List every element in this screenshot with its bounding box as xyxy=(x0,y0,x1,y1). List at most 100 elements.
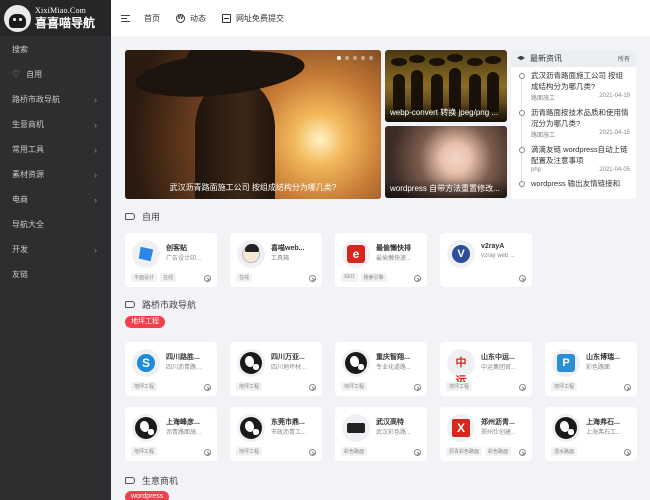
sidebar-item[interactable]: 导航大全 xyxy=(0,212,111,237)
sidebar: XixiMiao.Com 喜喜喵导航 搜索 ♡ 自用 路桥市政导航 › 生意商机 › 常用工具… xyxy=(0,0,111,500)
menu-toggle-icon[interactable] xyxy=(121,14,130,22)
card-title: 郑州沥青... xyxy=(481,419,515,426)
news-item-title[interactable]: 滴滴友链 wordpress自动上链配置及注意事项 xyxy=(531,144,630,166)
site-card[interactable]: 创客贴 广告设计印... 平面设计 在线 xyxy=(125,233,217,287)
site-card[interactable]: 上海弗石... 上海弗石工... 透水路面 xyxy=(545,407,637,461)
sidebar-item[interactable]: 友链 xyxy=(0,262,111,287)
sidebar-item[interactable]: ♡ 自用 xyxy=(0,62,111,87)
sidebar-item[interactable]: 电商 › xyxy=(0,187,111,212)
card-tag[interactable]: 平面设计 xyxy=(131,273,158,282)
news-item-category: 路面施工 xyxy=(531,96,556,102)
news-item[interactable]: wordpress 输出友情链接和 xyxy=(519,178,630,189)
card-title: 上海峰彦... xyxy=(166,419,200,426)
arrow-right-icon[interactable] xyxy=(414,384,421,391)
sidebar-item[interactable]: 生意商机 › xyxy=(0,112,111,137)
card-desc: 专业化道路... xyxy=(376,365,412,371)
card-tag[interactable]: 在线 xyxy=(160,273,177,282)
arrow-right-icon[interactable] xyxy=(204,384,211,391)
card-tag[interactable]: 地坪工程 xyxy=(131,447,158,456)
arrow-right-icon[interactable] xyxy=(414,449,421,456)
site-card[interactable]: S 四川路胜... 四川沥青路... 地坪工程 xyxy=(125,342,217,396)
site-card[interactable]: 武汉高特 武汉彩色路... 彩色路面 xyxy=(335,407,427,461)
card-tag[interactable]: 透水路面 xyxy=(551,447,578,456)
news-item-date: 2021-04-15 xyxy=(599,130,630,136)
arrow-right-icon[interactable] xyxy=(519,384,526,391)
site-card[interactable]: 中运 山东中运... 中运集团官... 地坪工程 xyxy=(440,342,532,396)
arrow-right-icon[interactable] xyxy=(414,275,421,282)
card-tag[interactable]: 沥青彩色路面 xyxy=(446,447,483,456)
card-tag[interactable]: 地坪工程 xyxy=(236,447,263,456)
news-item[interactable]: 滴滴友链 wordpress自动上链配置及注意事项 php 2021-04-05 xyxy=(519,144,630,173)
site-card[interactable]: P 山东博瑞... 彩色路面 地坪工程 xyxy=(545,342,637,396)
card-tag[interactable]: 地坪工程 xyxy=(236,382,263,391)
sidebar-item[interactable]: 搜索 xyxy=(0,37,111,62)
filter-pill-luqiao[interactable]: 地坪工程 xyxy=(125,316,165,328)
arrow-right-icon[interactable] xyxy=(519,449,526,456)
card-tag[interactable]: 地坪工程 xyxy=(446,382,473,391)
news-item-title[interactable]: 武汉沥青路面施工公司 按组成结构分为哪几类? xyxy=(531,70,630,92)
arrow-right-icon[interactable] xyxy=(624,449,631,456)
site-card[interactable]: 喜喵web... 工具箱 在线 xyxy=(230,233,322,287)
arrow-right-icon[interactable] xyxy=(309,384,316,391)
card-tag[interactable]: 搜索引擎 xyxy=(360,273,387,282)
card-tag[interactable]: 地坪工程 xyxy=(551,382,578,391)
card-desc: v2ray web ... xyxy=(481,253,516,259)
s-logo-icon: S xyxy=(132,349,160,377)
news-item[interactable]: 沥青路面按技术品质和使用情况分为哪几类? 路面施工 2021-04-15 xyxy=(519,107,630,139)
graduation-cap-icon xyxy=(517,55,525,61)
sidebar-item-label: 友链 xyxy=(12,270,28,279)
arrow-right-icon[interactable] xyxy=(204,449,211,456)
feature-card-2[interactable]: wordpress 自带方法重置修改... xyxy=(385,126,507,198)
nav-dynamic[interactable]: W 动态 xyxy=(176,13,206,24)
chevron-right-icon: › xyxy=(94,169,97,180)
feature-caption-1: webp-convert 转换 jpeg/png ... xyxy=(385,103,507,122)
arrow-right-icon[interactable] xyxy=(204,275,211,282)
filter-pill-shengyi[interactable]: wordpress xyxy=(125,491,170,500)
arrow-right-icon[interactable] xyxy=(519,275,526,282)
news-item-date: 2021-04-05 xyxy=(599,167,630,173)
chevron-right-icon: › xyxy=(94,194,97,205)
card-desc: 四川地坪材... xyxy=(271,365,307,371)
site-card[interactable]: 四川万亚... 四川地坪材... 地坪工程 xyxy=(230,342,322,396)
card-title: 四川万亚... xyxy=(271,354,305,361)
arrow-right-icon[interactable] xyxy=(624,384,631,391)
tag-icon xyxy=(125,477,135,484)
arrow-right-icon[interactable] xyxy=(309,275,316,282)
card-tag[interactable]: 在线 xyxy=(236,273,253,282)
sidebar-item[interactable]: 常用工具 › xyxy=(0,137,111,162)
arrow-right-icon[interactable] xyxy=(309,449,316,456)
site-card[interactable]: 上海峰彦... 沥青路面施... 地坪工程 xyxy=(125,407,217,461)
card-desc: 广告设计印... xyxy=(166,256,202,262)
news-item-title[interactable]: 沥青路面按技术品质和使用情况分为哪几类? xyxy=(531,107,630,129)
card-tag[interactable]: 彩色路面 xyxy=(485,447,512,456)
sidebar-item[interactable]: 素材资源 › xyxy=(0,162,111,187)
news-item-title[interactable]: wordpress 输出友情链接和 xyxy=(531,178,630,189)
card-desc: 工具箱 xyxy=(271,256,290,262)
site-card[interactable]: Vv2rayA v2ray web ... xyxy=(440,233,532,287)
news-item[interactable]: 武汉沥青路面施工公司 按组成结构分为哪几类? 路面施工 2021-04-19 xyxy=(519,70,630,102)
gaote-icon xyxy=(342,414,370,442)
site-card[interactable]: X 郑州沥青... 郑州仕创建... 沥青彩色路面 彩色路面 xyxy=(440,407,532,461)
card-tag[interactable]: 地坪工程 xyxy=(131,382,158,391)
card-tag[interactable]: 地坪工程 xyxy=(341,382,368,391)
news-all-link[interactable]: 所有 xyxy=(618,54,630,63)
hero-slider[interactable]: 武汉沥青路面施工公司 按组成结构分为哪几类? xyxy=(125,50,381,199)
site-card[interactable]: 东莞市鼎... 市政沥青工... 地坪工程 xyxy=(230,407,322,461)
sidebar-item[interactable]: 路桥市政导航 › xyxy=(0,87,111,112)
news-panel: 最新资讯 所有 武汉沥青路面施工公司 按组成结构分为哪几类? 路面施工 2021-0… xyxy=(511,50,636,199)
slider-dots[interactable] xyxy=(337,56,373,60)
card-tag[interactable]: 彩色路面 xyxy=(341,447,368,456)
card-desc: 彩色路面 xyxy=(586,365,611,371)
site-logo[interactable]: XixiMiao.Com 喜喜喵导航 xyxy=(0,0,111,36)
nav-submit[interactable]: 网址免费提交 xyxy=(222,13,284,24)
sidebar-item[interactable]: 开发 › xyxy=(0,237,111,262)
letter-e-icon: e xyxy=(342,240,370,268)
site-card[interactable]: e 最偷懒快排 最偷懒快速... SEO 搜索引擎 xyxy=(335,233,427,287)
card-desc: 四川沥青路... xyxy=(166,365,202,371)
nav-home[interactable]: 首页 xyxy=(144,13,160,24)
card-tag[interactable]: SEO xyxy=(341,273,358,282)
card-desc: 上海弗石工... xyxy=(586,430,622,436)
site-card[interactable]: 重庆智翔... 专业化道路... 地坪工程 xyxy=(335,342,427,396)
sidebar-item-label: 自用 xyxy=(26,70,43,79)
feature-card-1[interactable]: webp-convert 转换 jpeg/png ... xyxy=(385,50,507,122)
